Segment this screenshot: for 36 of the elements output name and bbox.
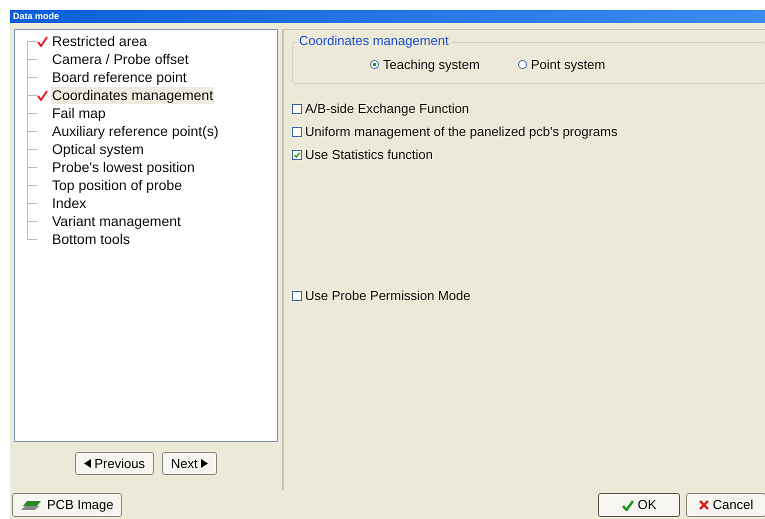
previous-button[interactable]: Previous (75, 452, 154, 475)
checkbox-label[interactable]: A/B-side Exchange Function (305, 99, 470, 119)
radio-option[interactable]: Point system (518, 55, 606, 74)
checkmark-icon (622, 500, 634, 510)
radio-button[interactable] (370, 60, 379, 70)
ok-button[interactable]: OK (598, 493, 680, 517)
tree-item[interactable]: Index (51, 194, 88, 212)
tree-item[interactable]: Auxiliary reference point(s) (51, 122, 220, 140)
checkbox[interactable] (292, 291, 302, 301)
circuit-board-icon (21, 500, 43, 510)
checkbox-label[interactable]: Use Statistics function (305, 145, 433, 165)
tree-item[interactable]: Fail map (51, 104, 107, 122)
pcb-image-button[interactable]: PCB Image (12, 493, 122, 517)
window-title: Data mode (13, 12, 60, 21)
tree-item[interactable]: Top position of probe (51, 176, 183, 194)
tree-item[interactable]: Camera / Probe offset (51, 50, 190, 68)
checkbox[interactable] (292, 150, 302, 160)
checkbox[interactable] (292, 127, 302, 137)
next-button[interactable]: Next (162, 452, 217, 475)
close-icon (698, 500, 709, 510)
group-title: Coordinates management (297, 34, 451, 47)
checkbox-label[interactable]: Use Probe Permission Mode (305, 286, 470, 306)
right-triangle-icon (200, 459, 208, 468)
tree-item[interactable]: Probe's lowest position (51, 158, 196, 176)
left-triangle-icon (84, 459, 92, 468)
radio-option[interactable]: Teaching system (370, 55, 480, 74)
tree-item[interactable]: Board reference point (51, 68, 188, 86)
tree-item[interactable]: Restricted area (51, 32, 148, 50)
tree-item[interactable]: Variant management (51, 212, 182, 230)
checkbox-label[interactable]: Uniform management of the panelized pcb's programs (305, 122, 618, 142)
tree-item[interactable]: Bottom tools (51, 230, 131, 248)
checkbox[interactable] (292, 104, 302, 114)
tree-item[interactable]: Coordinates management (51, 86, 214, 104)
tree-item[interactable]: Optical system (51, 140, 145, 158)
cancel-button[interactable]: Cancel (686, 493, 765, 517)
radio-button[interactable] (518, 60, 527, 70)
